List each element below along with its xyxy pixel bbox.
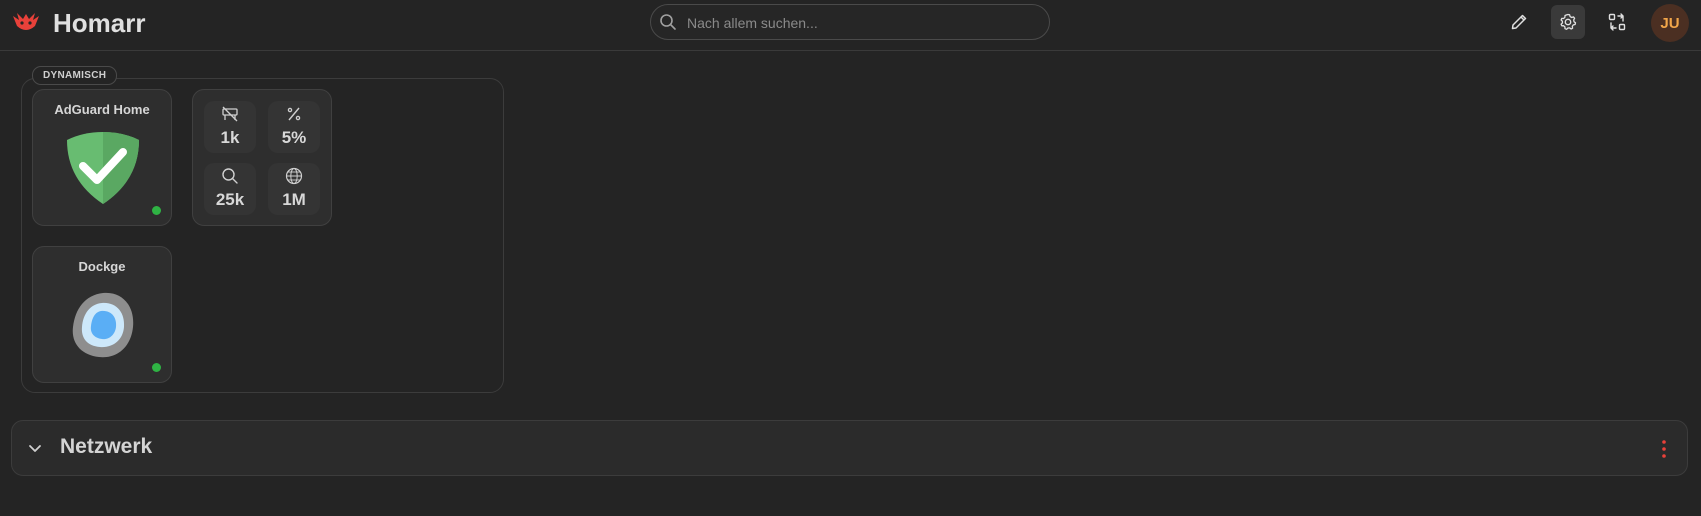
status-dot-online — [152, 363, 161, 372]
user-avatar[interactable]: JU — [1651, 4, 1689, 42]
stat-percent: 5% — [268, 101, 320, 153]
switch-board-button[interactable] — [1600, 5, 1634, 39]
stat-value: 1k — [220, 128, 240, 147]
www-icon — [285, 167, 303, 185]
search-icon — [222, 168, 238, 184]
blocked-queries-icon — [222, 106, 238, 122]
chevron-down-icon[interactable] — [26, 439, 44, 457]
header: Homarr JU — [0, 0, 1701, 51]
search-bar[interactable] — [650, 4, 1050, 40]
search-icon — [660, 14, 676, 30]
adguard-stats-widget: 1k 5% 25k 1M — [192, 89, 332, 226]
stat-blocked-queries: 1k — [204, 101, 256, 153]
app-tile-dockge[interactable]: Dockge — [32, 246, 172, 383]
stat-domains: 1M — [268, 163, 320, 215]
network-section-header[interactable]: Netzwerk — [11, 420, 1688, 476]
edit-button[interactable] — [1502, 5, 1536, 39]
adguard-shield-icon — [67, 132, 139, 204]
app-tile-title: AdGuard Home — [54, 102, 150, 117]
app-tile-title: Dockge — [78, 259, 126, 274]
dots-vertical-icon[interactable] — [1661, 438, 1667, 460]
status-dot-online — [152, 206, 161, 215]
arrows-exchange-icon — [1608, 13, 1626, 31]
gear-icon — [1560, 13, 1577, 30]
percent-icon — [287, 107, 301, 121]
dynamic-section-label: DYNAMISCH — [32, 66, 118, 85]
network-section-title: Netzwerk — [60, 435, 153, 458]
pencil-icon — [1511, 14, 1527, 30]
dockge-icon — [72, 292, 134, 358]
stat-queries: 25k — [204, 163, 256, 215]
app-tile-adguard-home[interactable]: AdGuard Home — [32, 89, 172, 226]
stat-value: 1M — [282, 190, 306, 209]
settings-button[interactable] — [1551, 5, 1585, 39]
app-title[interactable]: Homarr — [53, 8, 145, 39]
homarr-logo-icon[interactable] — [10, 10, 42, 36]
stat-value: 25k — [215, 190, 245, 209]
stat-value: 5% — [281, 128, 307, 147]
search-input[interactable] — [685, 10, 1039, 36]
